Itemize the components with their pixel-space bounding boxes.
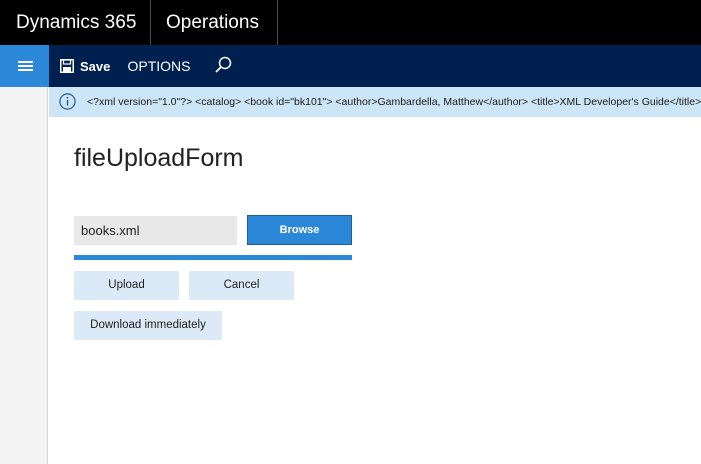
message-bar: <?xml version="1.0"?> <catalog> <book id…: [49, 87, 701, 117]
module-name-link[interactable]: Operations: [151, 0, 278, 45]
info-icon: [59, 93, 76, 110]
top-bar: Dynamics 365 Operations: [0, 0, 701, 45]
file-name-field[interactable]: [74, 216, 237, 245]
message-text: <?xml version="1.0"?> <catalog> <book id…: [87, 96, 701, 108]
save-label: Save: [80, 58, 111, 74]
options-button[interactable]: OPTIONS: [124, 45, 194, 87]
upload-progress-fill: [74, 255, 352, 260]
left-nav-pane: [0, 87, 48, 464]
action-bar: Save OPTIONS: [0, 45, 701, 87]
nav-menu-button[interactable]: [0, 45, 49, 87]
page-title: fileUploadForm: [74, 144, 244, 172]
download-immediately-button[interactable]: Download immediately: [74, 311, 222, 340]
save-button[interactable]: Save: [55, 45, 117, 87]
cancel-button[interactable]: Cancel: [189, 271, 294, 300]
search-button[interactable]: [210, 53, 236, 79]
upload-progress-bar: [74, 255, 352, 260]
search-icon: [215, 56, 232, 73]
upload-button[interactable]: Upload: [74, 271, 179, 300]
browse-button[interactable]: Browse: [247, 215, 352, 245]
save-icon: [60, 59, 74, 73]
app-name-link[interactable]: Dynamics 365: [0, 0, 151, 45]
